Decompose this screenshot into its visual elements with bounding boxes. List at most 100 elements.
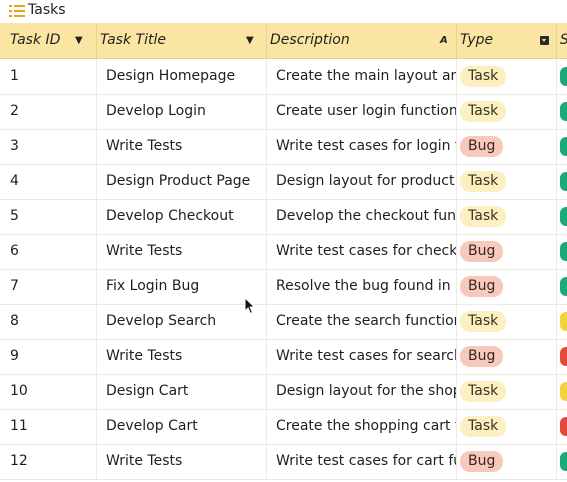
status-cell[interactable] (556, 269, 567, 304)
table-row[interactable]: 8 Develop Search Create the search functio… (0, 304, 567, 340)
description-cell[interactable]: Create the main layout and visual design (266, 59, 457, 94)
type-badge: Task (460, 171, 507, 192)
table-row[interactable]: 2 Develop Login Create user login function… (0, 94, 567, 130)
status-cell[interactable] (556, 234, 567, 269)
status-cell[interactable] (556, 199, 567, 234)
task-id-cell[interactable]: 4 (0, 164, 97, 199)
column-header-task-id[interactable]: Task ID ▼ (0, 23, 97, 58)
description-cell-text: Create the main layout and visual design (276, 68, 456, 84)
task-id-cell-text: 11 (10, 418, 28, 434)
type-badge: Bug (460, 136, 504, 157)
task-title-cell[interactable]: Develop Login (96, 94, 267, 129)
table-row[interactable]: 10 Design Cart Design layout for the shopp… (0, 374, 567, 410)
description-cell[interactable]: Write test cases for login functionality (266, 129, 457, 164)
type-cell[interactable]: Bug (456, 129, 557, 164)
task-id-cell[interactable]: 3 (0, 129, 97, 164)
description-cell[interactable]: Resolve the bug found in login (266, 269, 457, 304)
type-cell[interactable]: Bug (456, 339, 557, 374)
type-cell[interactable]: Task (456, 199, 557, 234)
task-id-cell[interactable]: 7 (0, 269, 97, 304)
task-title-cell[interactable]: Write Tests (96, 339, 267, 374)
column-header-task-title[interactable]: Task Title ▼ (96, 23, 267, 58)
status-cell[interactable] (556, 444, 567, 479)
task-title-cell[interactable]: Write Tests (96, 129, 267, 164)
sort-descending-icon[interactable]: ▼ (75, 23, 83, 58)
description-cell-text: Design layout for the shopping cart (276, 383, 456, 399)
type-cell[interactable]: Task (456, 94, 557, 129)
task-id-cell[interactable]: 5 (0, 199, 97, 234)
task-id-cell-text: 10 (10, 383, 28, 399)
status-cell[interactable] (556, 164, 567, 199)
task-id-cell[interactable]: 2 (0, 94, 97, 129)
table-row[interactable]: 6 Write Tests Write test cases for checkou… (0, 234, 567, 270)
task-title-cell[interactable]: Write Tests (96, 444, 267, 479)
task-id-cell[interactable]: 11 (0, 409, 97, 444)
column-header-label: Task ID (10, 32, 61, 48)
task-title-cell[interactable]: Write Tests (96, 234, 267, 269)
task-id-cell-text: 4 (10, 173, 19, 189)
task-title-cell[interactable]: Develop Checkout (96, 199, 267, 234)
table-row[interactable]: 11 Develop Cart Create the shopping cart f… (0, 409, 567, 445)
task-title-cell[interactable]: Fix Login Bug (96, 269, 267, 304)
type-badge: Task (460, 101, 507, 122)
table-row[interactable]: 4 Design Product Page Design layout for pr… (0, 164, 567, 200)
task-title-cell[interactable]: Develop Cart (96, 409, 267, 444)
task-title-cell[interactable]: Design Cart (96, 374, 267, 409)
status-indicator (560, 452, 567, 471)
type-cell[interactable]: Bug (456, 444, 557, 479)
text-filter-icon[interactable]: A (440, 23, 448, 58)
status-cell[interactable] (556, 94, 567, 129)
status-cell[interactable] (556, 129, 567, 164)
description-cell[interactable]: Design layout for product display (266, 164, 457, 199)
status-cell[interactable] (556, 339, 567, 374)
table-row[interactable]: 7 Fix Login Bug Resolve the bug found in l… (0, 269, 567, 305)
task-id-cell[interactable]: 10 (0, 374, 97, 409)
type-cell[interactable]: Bug (456, 234, 557, 269)
type-cell[interactable]: Task (456, 59, 557, 94)
column-menu-icon[interactable] (540, 36, 549, 45)
type-cell[interactable]: Bug (456, 269, 557, 304)
task-id-cell[interactable]: 9 (0, 339, 97, 374)
type-cell[interactable]: Task (456, 304, 557, 339)
description-cell[interactable]: Create user login functionality (266, 94, 457, 129)
task-id-cell[interactable]: 8 (0, 304, 97, 339)
type-cell[interactable]: Task (456, 164, 557, 199)
table-row[interactable]: 12 Write Tests Write test cases for cart f… (0, 444, 567, 480)
status-cell[interactable] (556, 409, 567, 444)
task-title-cell[interactable]: Design Product Page (96, 164, 267, 199)
task-title-cell[interactable]: Design Homepage (96, 59, 267, 94)
status-indicator (560, 137, 567, 156)
column-header-type[interactable]: Type (456, 23, 557, 58)
type-cell[interactable]: Task (456, 374, 557, 409)
task-id-cell[interactable]: 6 (0, 234, 97, 269)
sort-descending-icon[interactable]: ▼ (246, 23, 254, 58)
task-title-cell-text: Design Product Page (106, 173, 251, 189)
description-cell[interactable]: Develop the checkout functionality (266, 199, 457, 234)
type-badge: Task (460, 381, 507, 402)
task-id-cell[interactable]: 1 (0, 59, 97, 94)
description-cell[interactable]: Create the shopping cart functionality (266, 409, 457, 444)
description-cell[interactable]: Design layout for the shopping cart (266, 374, 457, 409)
description-cell[interactable]: Write test cases for cart functionality (266, 444, 457, 479)
description-cell-text: Create user login functionality (276, 103, 457, 119)
task-title-cell-text: Develop Search (106, 313, 217, 329)
description-cell[interactable]: Write test cases for search functionalit… (266, 339, 457, 374)
task-title-cell-text: Develop Checkout (106, 208, 234, 224)
task-id-cell-text: 2 (10, 103, 19, 119)
table-row[interactable]: 5 Develop Checkout Develop the checkout fu… (0, 199, 567, 235)
status-cell[interactable] (556, 59, 567, 94)
table-row[interactable]: 9 Write Tests Write test cases for search … (0, 339, 567, 375)
table-row[interactable]: 3 Write Tests Write test cases for login f… (0, 129, 567, 165)
type-cell[interactable]: Task (456, 409, 557, 444)
status-cell[interactable] (556, 304, 567, 339)
task-title-cell[interactable]: Develop Search (96, 304, 267, 339)
column-header-description[interactable]: Description A (266, 23, 457, 58)
status-indicator (560, 417, 567, 436)
status-indicator (560, 347, 567, 366)
description-cell[interactable]: Write test cases for checkout (266, 234, 457, 269)
description-cell[interactable]: Create the search functionality (266, 304, 457, 339)
status-cell[interactable] (556, 374, 567, 409)
column-header-status[interactable]: S (556, 23, 567, 58)
table-row[interactable]: 1 Design Homepage Create the main layout a… (0, 59, 567, 95)
task-id-cell[interactable]: 12 (0, 444, 97, 479)
